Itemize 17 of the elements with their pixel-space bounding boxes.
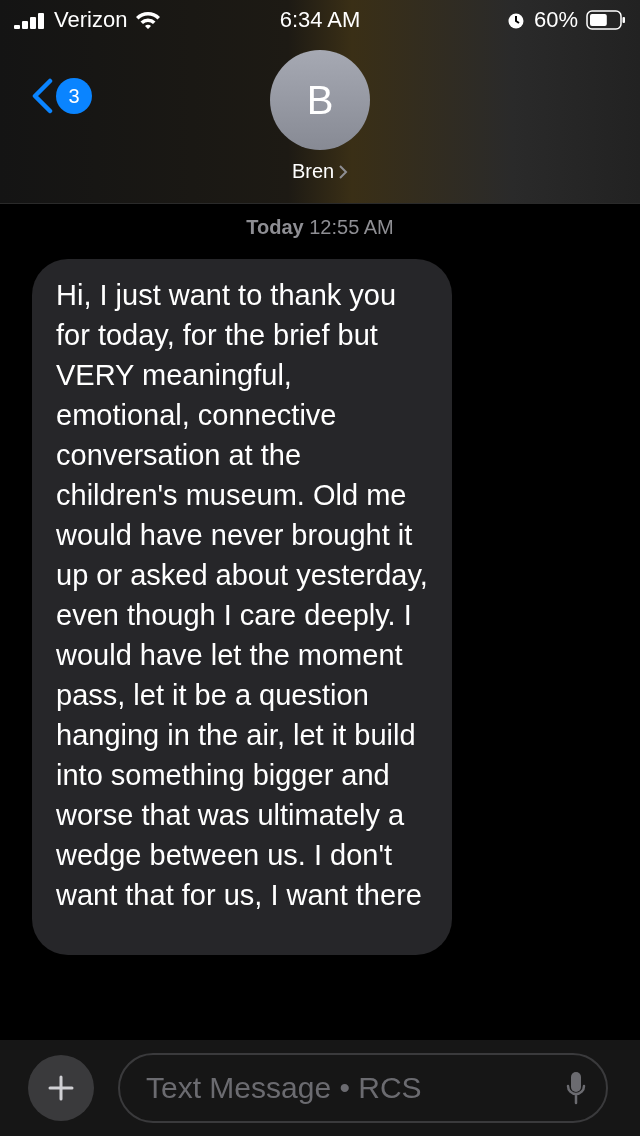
chevron-left-icon [30,78,54,114]
carrier-name: Verizon [54,7,128,33]
wifi-icon [135,10,162,30]
contact-avatar[interactable]: B [270,50,370,150]
battery-percent: 60% [533,7,578,33]
contact-name[interactable]: Bren [291,160,349,183]
battery-icon [586,10,626,30]
microphone-icon[interactable] [566,1071,586,1105]
unread-count: 3 [56,78,92,114]
clock-time: 6:34 AM [279,7,361,33]
plus-icon [48,1075,74,1101]
message-input-field[interactable]: Text Message • RCS [118,1053,608,1123]
signal-icon [14,11,46,29]
message-bubble: Hi, I just want to thank you for today, for the brief but VERY meaningful, emotional, connective conversation at the children's museum. Old me would have never brought it up or asked about yesterday, even though I care deeply. I would have let the moment pass, let it be a question hanging in the air, let it build into something bigger and worse that was ultimately a wedge between us. I don't want that for us, I want there [32,259,452,955]
message-timestamp: Today 12:55 AM [246,216,394,239]
chevron-right-icon [338,163,349,180]
back-button[interactable]: 3 [30,78,92,114]
